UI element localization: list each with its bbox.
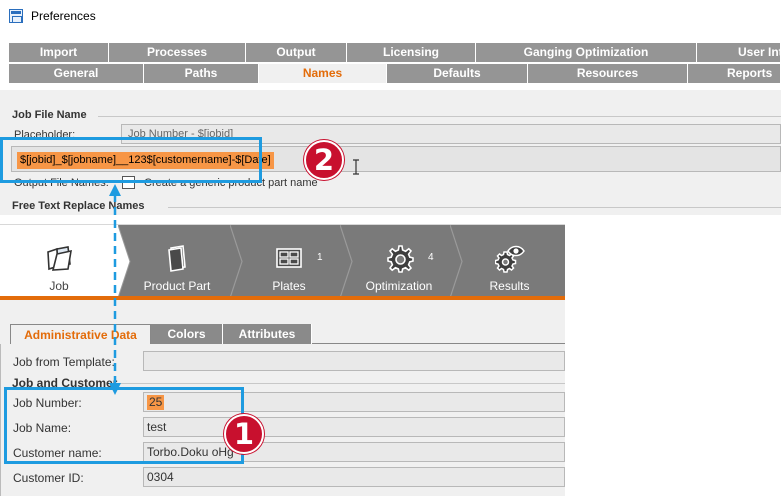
tab-licensing[interactable]: Licensing [347,43,476,62]
tab-user-interface[interactable]: User Int [697,43,781,62]
step-product-part-label: Product Part [143,279,211,293]
job-from-template-dropdown[interactable] [143,351,565,371]
highlight-box-1 [4,387,244,464]
section-divider [168,207,781,208]
tab-row-2: General Paths Names Defaults Resources R… [9,64,781,83]
tab-attributes[interactable]: Attributes [223,324,312,344]
results-icon [494,245,525,273]
preferences-app-icon [9,9,23,23]
tab-output[interactable]: Output [246,43,347,62]
plates-icon [276,248,302,268]
tab-resources[interactable]: Resources [528,64,688,83]
plates-count: 1 [317,252,323,263]
tab-row-1: Import Processes Output Licensing Gangin… [9,43,781,62]
customer-id-label: Customer ID: [13,471,84,485]
step-job[interactable]: Job [0,225,118,298]
step-product-part[interactable]: Product Part [122,225,232,298]
tab-ganging-optimization[interactable]: Ganging Optimization [476,43,697,62]
job-file-name-title: Job File Name [12,109,87,121]
step-results-label: Results [489,279,530,293]
tab-general[interactable]: General [9,64,144,83]
step-bar-border [0,296,565,300]
optimization-count: 4 [428,252,434,263]
step-results[interactable]: Results [454,225,565,298]
step-plates-label: Plates [272,279,306,293]
free-text-title: Free Text Replace Names [12,200,145,212]
highlight-box-2 [0,137,262,183]
tab-reports[interactable]: Reports [688,64,781,83]
annotation-badge-2: 2 [304,140,344,180]
job-from-template-label: Job from Template: [13,355,115,369]
job-tabs: Administrative Data Colors Attributes [10,324,565,344]
tab-defaults[interactable]: Defaults [387,64,528,83]
window-title: Preferences [31,9,96,23]
workflow-steps: Job Product Part 1 Plates 4 Optimization… [0,225,565,298]
title-bar [0,0,781,32]
tab-paths[interactable]: Paths [144,64,259,83]
folder-icon [47,246,72,271]
annotation-badge-1: 1 [224,414,264,454]
text-cursor-icon [353,159,359,175]
step-optimization-label: Optimization [365,279,433,293]
tab-administrative-data[interactable]: Administrative Data [10,324,151,344]
customer-id-input[interactable]: 0304 [143,467,565,487]
step-optimization[interactable]: 4 Optimization [344,225,454,298]
tab-import[interactable]: Import [9,43,109,62]
step-plates[interactable]: 1 Plates [234,225,344,298]
connector-arrow-icon [109,184,121,395]
preferences-tabs: Import Processes Output Licensing Gangin… [0,32,781,90]
tab-colors[interactable]: Colors [151,324,223,344]
tab-names[interactable]: Names [259,64,387,83]
tab-processes[interactable]: Processes [109,43,246,62]
gear-icon [387,245,414,273]
document-icon [168,245,186,272]
step-job-label: Job [49,279,69,293]
section-divider [118,383,565,384]
section-divider [98,116,781,117]
